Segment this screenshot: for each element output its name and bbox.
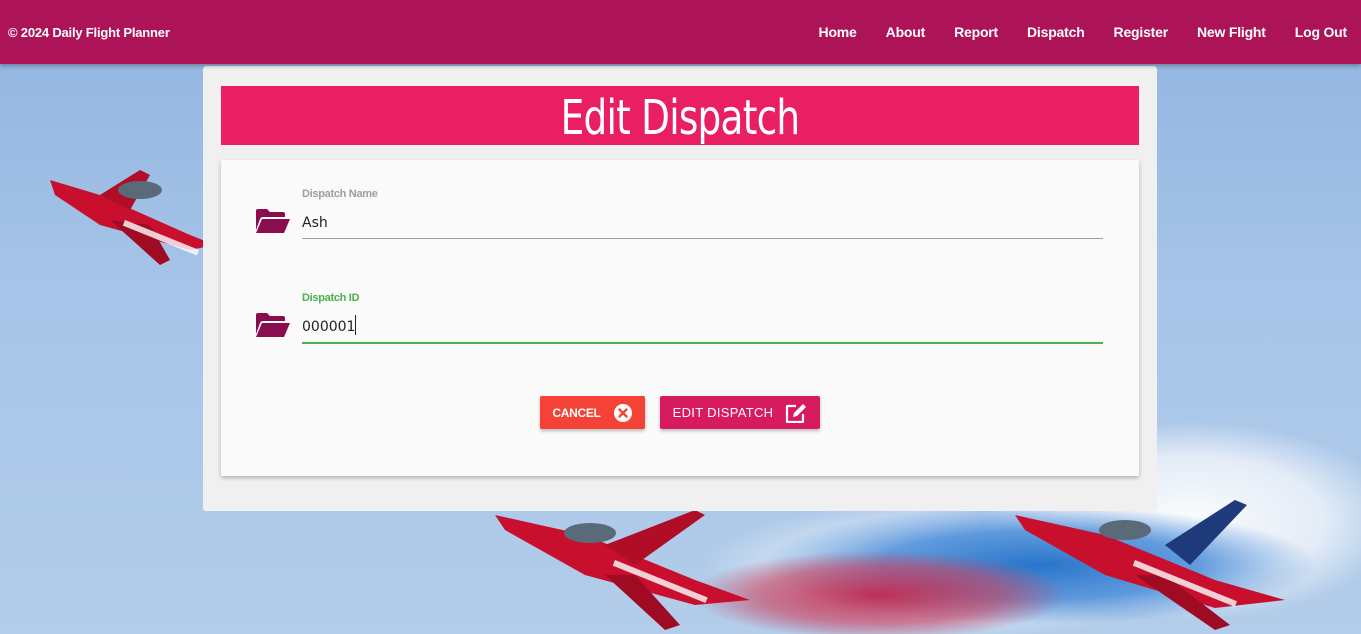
dispatch-id-field: Dispatch ID	[255, 292, 1103, 352]
nav-report[interactable]: Report	[940, 24, 1013, 40]
form-card: Dispatch Name Dispatch ID Cancel Edit Di…	[221, 160, 1139, 476]
nav-links: Home About Report Dispatch Register New …	[804, 24, 1348, 40]
title-bar: Edit Dispatch	[221, 86, 1139, 145]
jet-image	[50, 170, 215, 265]
nav-home[interactable]: Home	[804, 24, 871, 40]
close-circle-icon	[613, 403, 632, 422]
nav-about[interactable]: About	[871, 24, 939, 40]
dispatch-name-label: Dispatch Name	[302, 188, 378, 200]
text-cursor	[355, 315, 356, 335]
folder-open-icon	[256, 209, 290, 233]
dispatch-name-field: Dispatch Name	[255, 188, 1103, 248]
nav-dispatch[interactable]: Dispatch	[1013, 24, 1100, 40]
dispatch-id-underline	[302, 342, 1103, 344]
nav-new-flight[interactable]: New Flight	[1182, 24, 1280, 40]
dispatch-id-label: Dispatch ID	[302, 292, 360, 304]
edit-icon	[786, 403, 807, 423]
nav-log-out[interactable]: Log Out	[1280, 24, 1347, 40]
jet-image	[495, 510, 750, 630]
brand-copyright: © 2024 Daily Flight Planner	[8, 24, 170, 40]
edit-dispatch-button-label: Edit Dispatch	[672, 405, 774, 420]
dispatch-name-input[interactable]	[302, 208, 1103, 238]
nav-register[interactable]: Register	[1099, 24, 1182, 40]
page-title: Edit Dispatch	[560, 90, 800, 145]
edit-dispatch-button[interactable]: Edit Dispatch	[660, 396, 820, 429]
navbar: © 2024 Daily Flight Planner Home About R…	[0, 0, 1361, 64]
dispatch-id-input[interactable]	[302, 312, 1103, 342]
cancel-button[interactable]: Cancel	[540, 396, 645, 429]
cancel-button-label: Cancel	[552, 405, 601, 420]
dispatch-name-underline	[302, 238, 1103, 239]
jet-image	[1015, 500, 1285, 630]
folder-open-icon	[256, 313, 290, 337]
edit-dispatch-panel: Edit Dispatch Dispatch Name Dispatch ID	[203, 66, 1157, 511]
